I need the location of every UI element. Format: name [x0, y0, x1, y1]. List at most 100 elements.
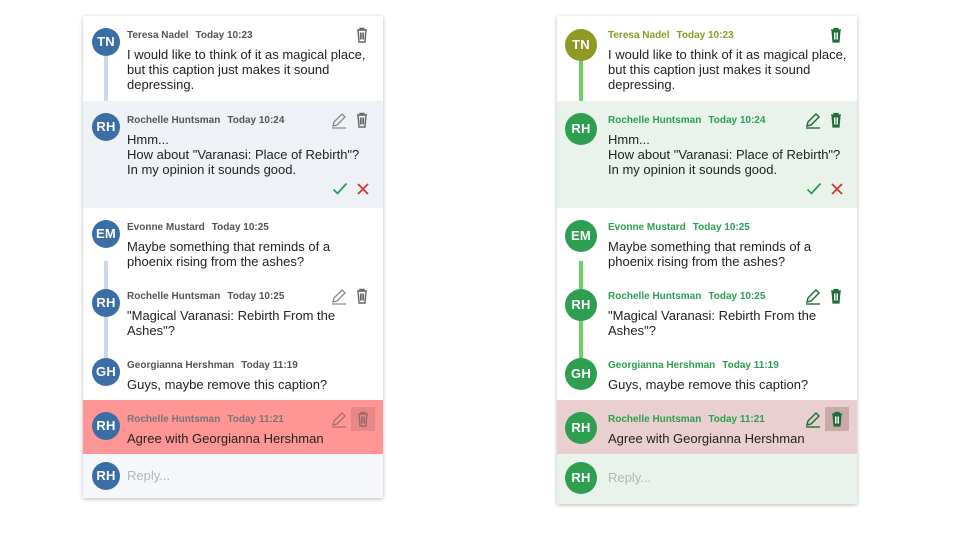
trash-icon	[357, 112, 367, 128]
confirm-button[interactable]	[332, 181, 348, 197]
avatar: TN	[92, 28, 120, 56]
trash-icon	[831, 27, 841, 43]
author-name: Rochelle Huntsman	[127, 414, 221, 425]
edit-button[interactable]	[804, 287, 822, 305]
author-name: Rochelle Huntsman	[608, 115, 702, 126]
comment-item-delete-hover: RH Rochelle Huntsman Today 11:21 Agree wi…	[557, 400, 857, 454]
comment-time: Today 10:24	[227, 115, 285, 126]
comment-meta: Georgianna Hershman Today 11:19	[608, 360, 779, 371]
comment-text[interactable]: Hmm... How about "Varanasi: Place of Reb…	[608, 132, 853, 177]
avatar: EM	[92, 220, 120, 248]
edit-button[interactable]	[804, 410, 822, 428]
comment-item: TN Teresa Nadel Today 10:23 I would like …	[557, 16, 857, 101]
pencil-icon	[805, 112, 821, 129]
reply-area: RH	[83, 454, 383, 498]
comment-time: Today 10:25	[211, 222, 269, 233]
comment-text: Maybe something that reminds of a phoeni…	[608, 239, 812, 269]
checkmark-icon	[332, 182, 348, 195]
pencil-icon	[805, 288, 821, 305]
delete-button[interactable]	[353, 26, 371, 44]
comment-time: Today 10:23	[676, 30, 734, 41]
delete-button[interactable]	[827, 287, 845, 305]
comment-time: Today 11:21	[708, 414, 765, 425]
author-name: Teresa Nadel	[608, 30, 670, 41]
avatar: GH	[92, 358, 120, 386]
trash-icon	[832, 411, 842, 427]
delete-button[interactable]	[353, 287, 371, 305]
edit-button[interactable]	[330, 287, 348, 305]
comment-time: Today 11:19	[722, 360, 779, 371]
delete-button[interactable]	[825, 407, 849, 431]
author-name: Evonne Mustard	[127, 222, 205, 233]
delete-button[interactable]	[351, 407, 375, 431]
close-icon	[357, 183, 369, 195]
avatar: RH	[565, 289, 597, 321]
comment-text: Guys, maybe remove this caption?	[608, 377, 809, 392]
trash-icon	[831, 112, 841, 128]
comment-text: "Magical Varanasi: Rebirth From the Ashe…	[127, 308, 336, 338]
comment-meta: Rochelle Huntsman Today 10:25	[127, 291, 284, 302]
comment-item: GH Georgianna Hershman Today 11:19 Guys, …	[557, 346, 857, 400]
edit-button[interactable]	[804, 111, 822, 129]
author-name: Rochelle Huntsman	[127, 115, 221, 126]
comment-panel-right: TN Teresa Nadel Today 10:23 I would like …	[557, 16, 857, 504]
comment-meta: Georgianna Hershman Today 11:19	[127, 360, 298, 371]
cancel-button[interactable]	[355, 181, 371, 197]
delete-button[interactable]	[353, 111, 371, 129]
comment-item-editing: RH Rochelle Huntsman Today 10:24 Hmm... H…	[83, 101, 383, 208]
comment-meta: Rochelle Huntsman Today 11:21	[127, 414, 284, 425]
cancel-button[interactable]	[829, 181, 845, 197]
avatar: RH	[565, 412, 597, 444]
comment-meta: Evonne Mustard Today 10:25	[127, 222, 269, 233]
comment-meta: Teresa Nadel Today 10:23	[608, 30, 734, 41]
comment-item: RH Rochelle Huntsman Today 10:25 "Magical…	[83, 277, 383, 346]
author-name: Rochelle Huntsman	[608, 291, 702, 302]
comment-text: Guys, maybe remove this caption?	[127, 377, 328, 392]
comment-time: Today 10:25	[708, 291, 766, 302]
comment-text: Agree with Georgianna Hershman	[608, 431, 805, 446]
author-name: Rochelle Huntsman	[608, 414, 702, 425]
delete-button[interactable]	[827, 111, 845, 129]
comment-text: Maybe something that reminds of a phoeni…	[127, 239, 331, 269]
comment-text: "Magical Varanasi: Rebirth From the Ashe…	[608, 308, 817, 338]
comment-panel-left: TN Teresa Nadel Today 10:23 I would like …	[83, 16, 383, 498]
reply-input[interactable]	[127, 464, 367, 486]
confirm-button[interactable]	[806, 181, 822, 197]
avatar: RH	[92, 113, 120, 141]
comment-item: RH Rochelle Huntsman Today 10:25 "Magical…	[557, 277, 857, 346]
comment-item: EM Evonne Mustard Today 10:25 Maybe somet…	[83, 208, 383, 277]
delete-button[interactable]	[827, 26, 845, 44]
comment-meta: Rochelle Huntsman Today 10:24	[127, 115, 284, 126]
comment-time: Today 10:25	[692, 222, 750, 233]
comment-meta: Rochelle Huntsman Today 11:21	[608, 414, 765, 425]
comment-meta: Rochelle Huntsman Today 10:25	[608, 291, 765, 302]
avatar: RH	[565, 462, 597, 494]
trash-icon	[358, 411, 368, 427]
trash-icon	[357, 27, 367, 43]
edit-button[interactable]	[330, 111, 348, 129]
edit-button[interactable]	[330, 410, 348, 428]
avatar: RH	[92, 289, 120, 317]
pencil-icon	[332, 113, 346, 129]
author-name: Evonne Mustard	[608, 222, 686, 233]
avatar: RH	[92, 462, 120, 490]
comment-text[interactable]: Hmm... How about "Varanasi: Place of Reb…	[127, 132, 372, 177]
comment-item-delete-hover: RH Rochelle Huntsman Today 11:21 Agree wi…	[83, 400, 383, 454]
comment-text: Agree with Georgianna Hershman	[127, 431, 324, 446]
comment-meta: Evonne Mustard Today 10:25	[608, 222, 750, 233]
checkmark-icon	[806, 182, 822, 195]
comment-item: EM Evonne Mustard Today 10:25 Maybe somet…	[557, 208, 857, 277]
reply-input[interactable]	[608, 466, 848, 488]
close-icon	[831, 183, 843, 195]
avatar: RH	[565, 113, 597, 145]
avatar: GH	[565, 358, 597, 390]
reply-area: RH	[557, 454, 857, 504]
avatar: RH	[92, 412, 120, 440]
author-name: Rochelle Huntsman	[127, 291, 221, 302]
pencil-icon	[332, 412, 346, 428]
comment-text: I would like to think of it as magical p…	[608, 47, 847, 92]
pencil-icon	[805, 411, 821, 428]
trash-icon	[357, 288, 367, 304]
author-name: Georgianna Hershman	[127, 360, 235, 371]
avatar: EM	[565, 220, 597, 252]
